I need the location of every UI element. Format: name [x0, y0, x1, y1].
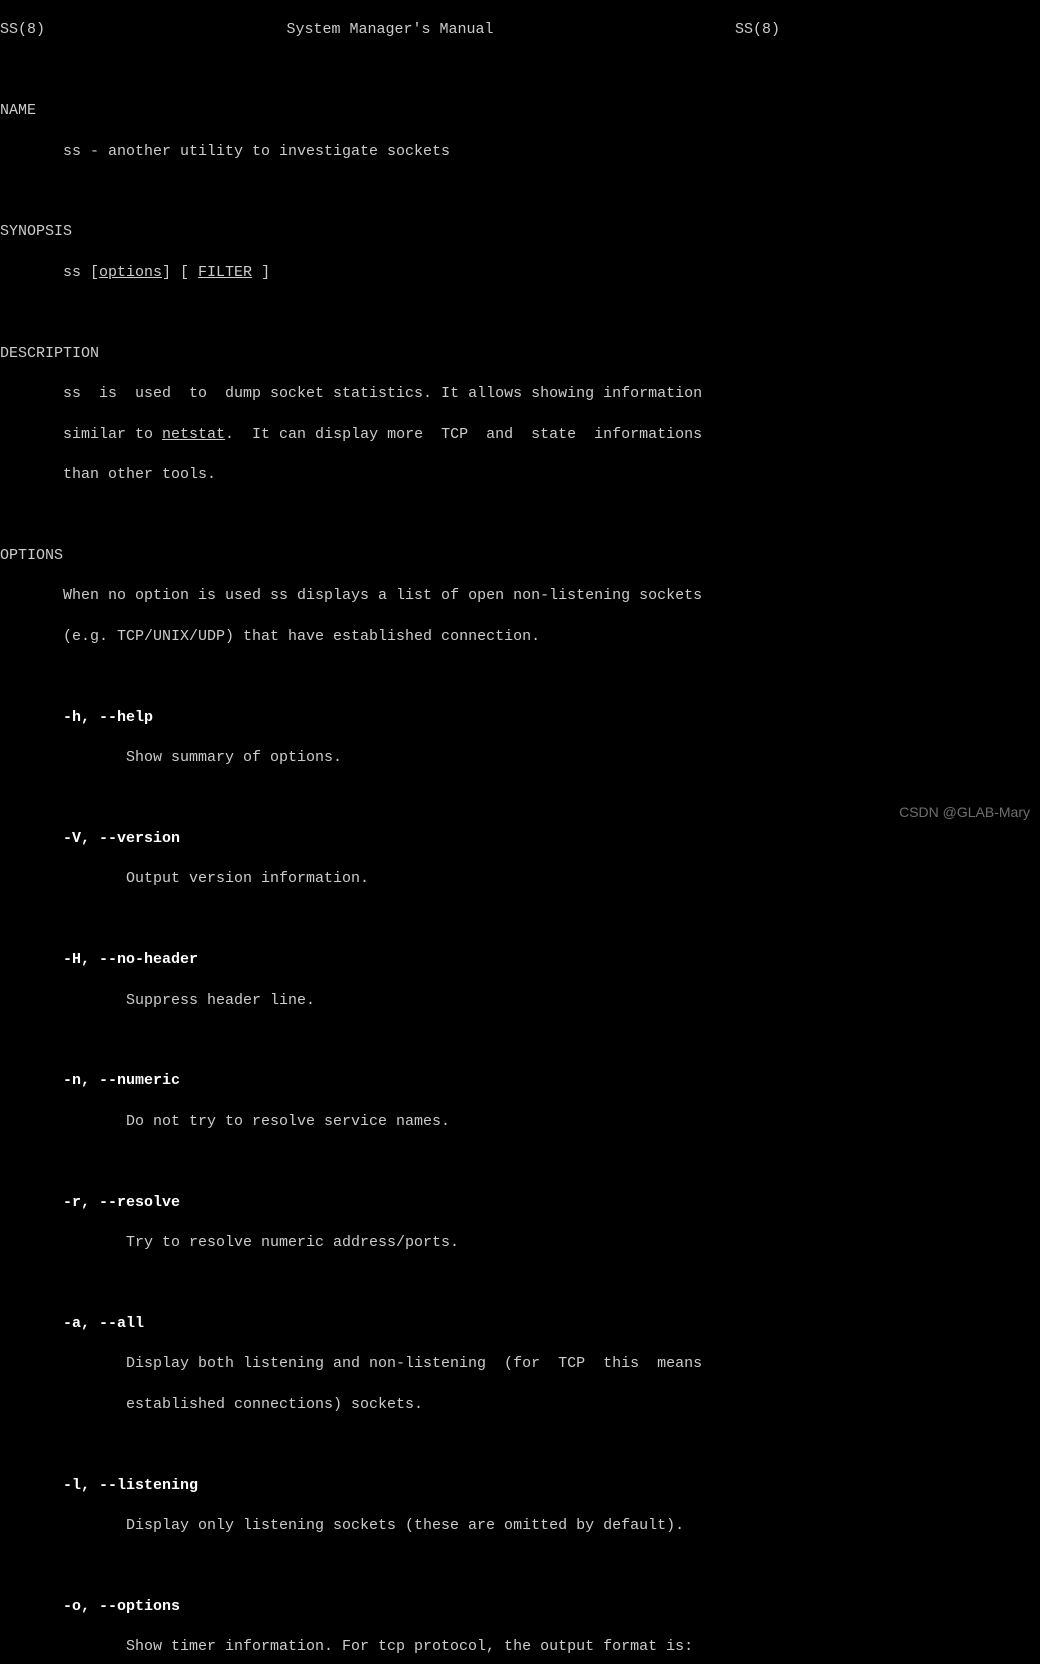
option-flag: -h, --help — [0, 708, 1040, 728]
synopsis-line: ss [options] [ FILTER ] — [0, 263, 1040, 283]
option-flag: -r, --resolve — [0, 1193, 1040, 1213]
option-desc: Do not try to resolve service names. — [0, 1112, 1040, 1132]
desc-line3: than other tools. — [0, 465, 1040, 485]
option-desc: Suppress header line. — [0, 991, 1040, 1011]
name-heading: NAME — [0, 101, 1040, 121]
filter-link: FILTER — [198, 264, 252, 281]
option-flag: -o, --options — [0, 1597, 1040, 1617]
option-desc: Display both listening and non-listening… — [0, 1354, 1040, 1374]
header-left: SS(8) — [0, 20, 45, 40]
netstat-link: netstat — [162, 426, 225, 443]
description-heading: DESCRIPTION — [0, 344, 1040, 364]
manpage-content: SS(8) System Manager's Manual SS(8) NAME s… — [0, 0, 1040, 1664]
option-flag: -H, --no-header — [0, 950, 1040, 970]
options-link: options — [99, 264, 162, 281]
synopsis-heading: SYNOPSIS — [0, 222, 1040, 242]
option-desc: Show timer information. For tcp protocol… — [0, 1637, 1040, 1657]
desc-line1: ss is used to dump socket statistics. It… — [0, 384, 1040, 404]
options-intro1: When no option is used ss displays a lis… — [0, 586, 1040, 606]
name-text: ss - another utility to investigate sock… — [0, 142, 1040, 162]
option-desc: Display only listening sockets (these ar… — [0, 1516, 1040, 1536]
option-flag: -l, --listening — [0, 1476, 1040, 1496]
options-heading: OPTIONS — [0, 546, 1040, 566]
option-desc2: established connections) sockets. — [0, 1395, 1040, 1415]
option-flag: -n, --numeric — [0, 1071, 1040, 1091]
desc-line2: similar to netstat. It can display more … — [0, 425, 1040, 445]
header-right: SS(8) — [735, 20, 1040, 40]
option-flag: -a, --all — [0, 1314, 1040, 1334]
options-intro2: (e.g. TCP/UNIX/UDP) that have establishe… — [0, 627, 1040, 647]
option-desc: Try to resolve numeric address/ports. — [0, 1233, 1040, 1253]
header-center: System Manager's Manual — [286, 20, 493, 40]
option-desc: Show summary of options. — [0, 748, 1040, 768]
watermark: CSDN @GLAB-Mary — [899, 803, 1030, 822]
option-desc: Output version information. — [0, 869, 1040, 889]
